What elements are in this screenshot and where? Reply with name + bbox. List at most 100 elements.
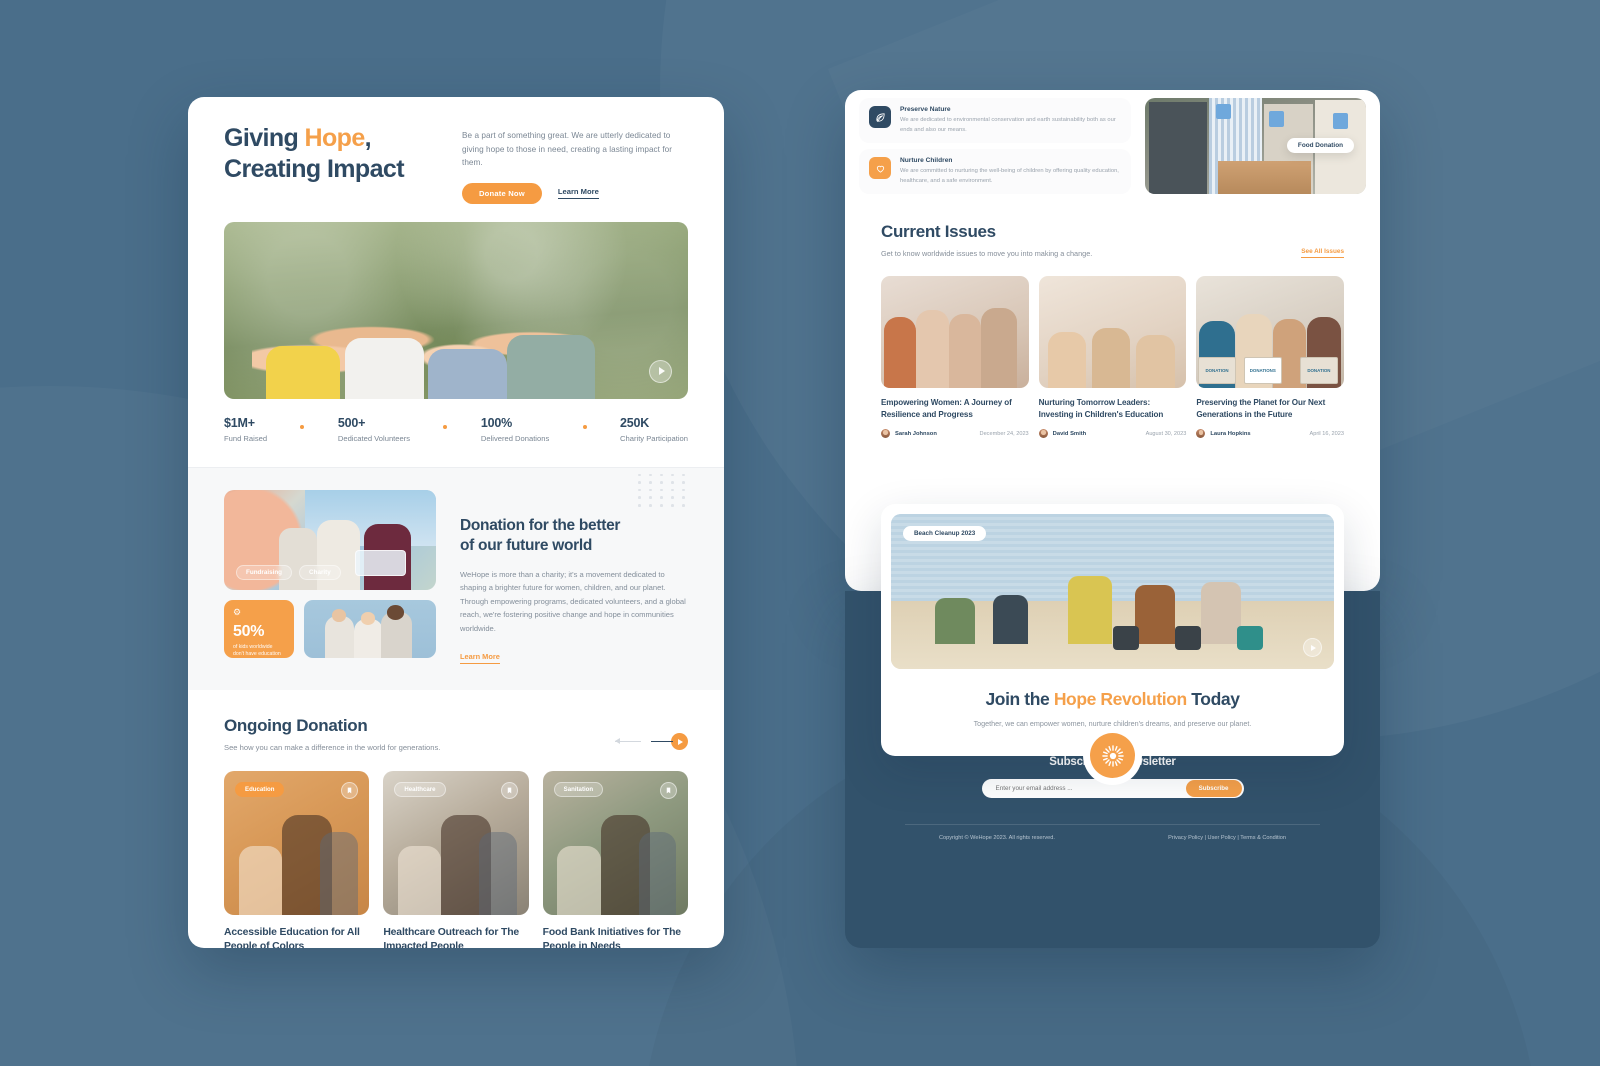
join-subtitle: Together, we can empower women, nurture … [973,719,1252,728]
bookmark-icon[interactable] [500,782,518,800]
arrow-right-icon[interactable] [671,733,688,751]
dot-icon [582,424,587,429]
donation-title-line2: of our future world [460,537,593,555]
hero-child-4 [507,334,596,399]
donation-media: Fundraising Charity ⚙ 50% of kids worldw… [224,489,436,665]
join-title: Join the Hope Revolution Today [891,689,1334,710]
see-all-issues-link[interactable]: See All Issues [1301,248,1344,259]
image-head-1 [331,608,347,622]
subscribe-button[interactable]: Subscribe [1185,779,1242,797]
join-title-part-2: Today [1186,689,1240,709]
avatar [1196,429,1206,439]
chip-charity: Charity [299,564,341,580]
issue-title: Empowering Women: A Journey of Resilienc… [881,398,1012,419]
dot-grid-decoration [638,473,688,507]
leaf-icon [869,106,891,128]
image-chips: Fundraising Charity [236,564,341,580]
image-shape [948,314,982,389]
image-shape [981,307,1017,389]
stat-separator [267,416,338,429]
avatar [881,429,890,439]
donation-card[interactable]: Sanitation Food Bank Initiatives for The… [542,771,688,948]
author-name: Sarah Johnson [895,430,937,437]
image-shape [1047,332,1086,389]
stat-separator [410,416,481,429]
image-volunteer-1 [1149,101,1207,194]
donation-body: WeHope is more than a charity; it's a mo… [460,569,686,633]
donation-card[interactable]: Healthcare Healthcare Outreach for The I… [383,771,529,948]
stat-label: Fund Raised [224,433,268,443]
issue-card[interactable]: DONATION DONATIONS DONATION Preserving t… [1196,276,1345,439]
legal-links[interactable]: Privacy Policy | User Policy | Terms & C… [1168,835,1286,841]
sun-icon [1090,733,1135,778]
join-title-part-1: Join the [985,689,1054,709]
issue-date: December 24, 2023 [979,430,1029,437]
feature-text: Preserve Nature We are dedicated to envi… [900,106,1121,135]
author-name: David Smith [1052,430,1087,437]
issue-card[interactable]: Nurturing Tomorrow Leaders: Investing in… [1038,276,1187,439]
hero-title-part-1: Giving [224,124,305,152]
arrow-right-icon[interactable] [1303,638,1322,657]
issue-meta: David Smith August 30, 2023 [1038,429,1187,439]
donation-learn-more-link[interactable]: Learn More [460,652,500,665]
stat-item: $1M+ Fund Raised [224,416,267,443]
join-revolution-card: Beach Cleanup 2023 Join the Hope Revolut… [881,504,1344,756]
email-field[interactable] [981,784,1186,792]
issue-card[interactable]: Empowering Women: A Journey of Resilienc… [881,276,1029,439]
image-donation-box [355,549,407,576]
feature-card-nurture-children[interactable]: Nurture Children We are committed to nur… [859,149,1131,195]
hero-title-accent: Hope [304,124,366,152]
avatar [1038,429,1048,439]
newsletter-form: Subscribe [981,778,1244,798]
carousel-next-control[interactable] [651,733,688,751]
stat-value: 100% [480,415,513,430]
image-head-2 [360,612,376,625]
hero-child-2 [344,338,424,399]
hero-heading-block: Giving Hope, Creating Impact [224,123,442,204]
donation-card-image: Education [224,771,370,916]
feature-body: We are committed to nurturing the well-b… [900,168,1119,184]
play-icon[interactable] [649,359,672,383]
donation-card-image: Healthcare [383,771,529,916]
image-badge-1 [1215,103,1232,120]
feature-title: Preserve Nature [900,106,951,113]
issue-title: Nurturing Tomorrow Leaders: Investing in… [1038,398,1164,419]
bookmark-icon[interactable] [659,782,677,800]
hero-actions: Donate Now Learn More [462,182,688,204]
donation-card[interactable]: Education Accessible Education for All P… [224,771,370,948]
donation-card-image: Sanitation [542,771,688,916]
hero-title-comma: , [364,124,372,152]
image-food-box [1217,161,1311,194]
image-shape [557,846,601,916]
issues-list: Empowering Women: A Journey of Resilienc… [881,276,1345,439]
issue-image [1038,276,1187,389]
current-issues-title: Current Issues [881,222,996,242]
donation-section: Fundraising Charity ⚙ 50% of kids worldw… [188,467,724,691]
heart-icon [869,157,891,180]
donation-card-title: Healthcare Outreach for The Impacted Peo… [383,927,520,948]
donation-stat-card: ⚙ 50% of kids worldwide don't have educa… [224,599,294,658]
feature-card-preserve-nature[interactable]: Preserve Nature We are dedicated to envi… [859,98,1131,144]
ongoing-subtitle: See how you can make a difference in the… [224,743,441,753]
image-donation-label: DONATION [1299,356,1339,384]
donate-now-button[interactable]: Donate Now [462,182,542,204]
image-badge-2 [1268,111,1285,127]
image-badge-3 [1332,113,1349,129]
issue-date: August 30, 2023 [1145,430,1187,437]
donation-image-volunteers: Fundraising Charity [224,489,436,590]
arrow-left-icon[interactable] [615,738,641,745]
hero-learn-more-link[interactable]: Learn More [557,187,599,200]
image-shape [883,316,917,389]
issue-meta: Sarah Johnson December 24, 2023 [881,429,1029,439]
bookmark-icon[interactable] [341,782,359,800]
feature-body: We are dedicated to environmental conser… [900,117,1116,133]
image-shape [479,831,518,916]
left-mockup-panel: Giving Hope, Creating Impact Be a part o… [188,97,724,948]
footer-bottom-bar: Copyright © WeHope 2023. All rights rese… [905,823,1320,841]
ongoing-cards: Education Accessible Education for All P… [224,771,688,948]
stat-label: Delivered Donations [480,433,550,443]
image-volunteer-1 [935,597,976,645]
stat-value: $1M+ [224,415,255,430]
dot-icon [300,424,305,429]
chip-fundraising: Fundraising [236,564,293,580]
